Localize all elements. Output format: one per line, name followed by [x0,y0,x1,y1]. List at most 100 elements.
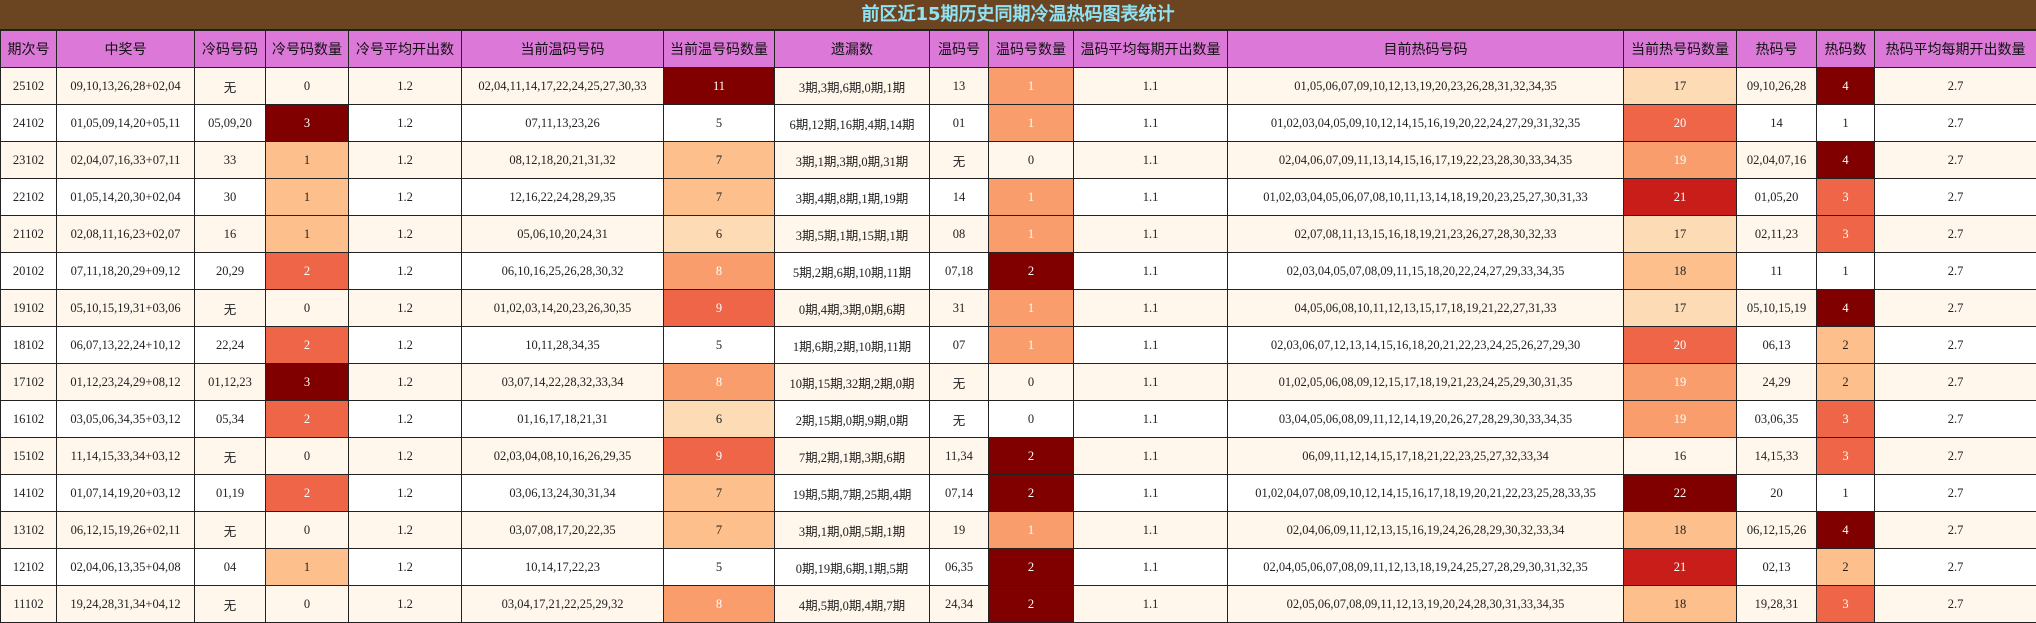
cold-avg-cell: 1.2 [349,549,462,586]
issue-cell: 24102 [1,105,57,142]
hot-code-cell: 06,13 [1737,327,1817,364]
cold-numbers-cell: 无 [195,438,266,475]
hot-count-cell: 20 [1624,105,1737,142]
warm-code-count-cell: 2 [989,438,1074,475]
missing-cell: 3期,1期,0期,5期,1期 [775,512,930,549]
warm-numbers-cell: 01,16,17,18,21,31 [462,401,664,438]
column-header: 热码号 [1737,31,1817,68]
cold-count-cell: 2 [266,253,349,290]
hot-count-cell: 19 [1624,142,1737,179]
cold-numbers-cell: 无 [195,586,266,623]
column-header: 遗漏数 [775,31,930,68]
missing-cell: 0期,4期,3期,0期,6期 [775,290,930,327]
hot-code-avg-cell: 2.7 [1875,586,2036,623]
hot-count-cell: 17 [1624,290,1737,327]
cold-count-cell: 1 [266,216,349,253]
warm-code-avg-cell: 1.1 [1074,216,1228,253]
warm-code-cell: 19 [930,512,989,549]
column-header: 当前热号码数量 [1624,31,1737,68]
hot-code-avg-cell: 2.7 [1875,512,2036,549]
hot-code-avg-cell: 2.7 [1875,142,2036,179]
hot-numbers-cell: 02,04,05,06,07,08,09,11,12,13,18,19,24,2… [1228,549,1624,586]
cold-avg-cell: 1.2 [349,438,462,475]
column-header: 目前热码号码 [1228,31,1624,68]
issue-cell: 22102 [1,179,57,216]
hot-code-cell: 24,29 [1737,364,1817,401]
hot-code-count-cell: 1 [1817,105,1875,142]
hot-code-count-cell: 3 [1817,401,1875,438]
warm-numbers-cell: 03,06,13,24,30,31,34 [462,475,664,512]
cold-numbers-cell: 01,12,23 [195,364,266,401]
warm-count-cell: 6 [664,401,775,438]
issue-cell: 12102 [1,549,57,586]
hot-numbers-cell: 01,02,04,07,08,09,10,12,14,15,16,17,18,1… [1228,475,1624,512]
warm-count-cell: 5 [664,327,775,364]
warm-code-count-cell: 1 [989,327,1074,364]
winning-numbers-cell: 01,12,23,24,29+08,12 [57,364,195,401]
hot-code-avg-cell: 2.7 [1875,327,2036,364]
hot-code-avg-cell: 2.7 [1875,438,2036,475]
hot-count-cell: 19 [1624,401,1737,438]
warm-code-cell: 07,18 [930,253,989,290]
cold-avg-cell: 1.2 [349,512,462,549]
warm-count-cell: 6 [664,216,775,253]
cold-avg-cell: 1.2 [349,179,462,216]
warm-code-count-cell: 2 [989,586,1074,623]
warm-numbers-cell: 08,12,18,20,21,31,32 [462,142,664,179]
warm-numbers-cell: 01,02,03,14,20,23,26,30,35 [462,290,664,327]
warm-numbers-cell: 02,03,04,08,10,16,26,29,35 [462,438,664,475]
hot-count-cell: 18 [1624,253,1737,290]
winning-numbers-cell: 07,11,18,20,29+09,12 [57,253,195,290]
warm-count-cell: 7 [664,475,775,512]
warm-code-count-cell: 1 [989,512,1074,549]
hot-code-avg-cell: 2.7 [1875,549,2036,586]
hot-count-cell: 20 [1624,327,1737,364]
warm-numbers-cell: 06,10,16,25,26,28,30,32 [462,253,664,290]
hot-code-count-cell: 2 [1817,327,1875,364]
warm-code-avg-cell: 1.1 [1074,549,1228,586]
cold-count-cell: 3 [266,105,349,142]
hot-code-cell: 09,10,26,28 [1737,68,1817,105]
hot-code-count-cell: 2 [1817,549,1875,586]
warm-numbers-cell: 05,06,10,20,24,31 [462,216,664,253]
winning-numbers-cell: 03,05,06,34,35+03,12 [57,401,195,438]
cold-avg-cell: 1.2 [349,475,462,512]
hot-count-cell: 18 [1624,586,1737,623]
warm-count-cell: 8 [664,364,775,401]
hot-count-cell: 21 [1624,179,1737,216]
cold-numbers-cell: 04 [195,549,266,586]
warm-code-count-cell: 0 [989,364,1074,401]
cold-numbers-cell: 33 [195,142,266,179]
table-row: 2510209,10,13,26,28+02,04无01.202,04,11,1… [1,68,2036,105]
hot-count-cell: 22 [1624,475,1737,512]
hot-numbers-cell: 01,05,06,07,09,10,12,13,19,20,23,26,28,3… [1228,68,1624,105]
cold-count-cell: 2 [266,327,349,364]
winning-numbers-cell: 06,07,13,22,24+10,12 [57,327,195,364]
warm-numbers-cell: 12,16,22,24,28,29,35 [462,179,664,216]
winning-numbers-cell: 11,14,15,33,34+03,12 [57,438,195,475]
table-row: 1810206,07,13,22,24+10,1222,2421.210,11,… [1,327,2036,364]
column-header: 热码数 [1817,31,1875,68]
column-header: 中奖号 [57,31,195,68]
table-row: 1410201,07,14,19,20+03,1201,1921.203,06,… [1,475,2036,512]
warm-code-count-cell: 2 [989,549,1074,586]
hot-count-cell: 17 [1624,216,1737,253]
issue-cell: 20102 [1,253,57,290]
hot-numbers-cell: 02,05,06,07,08,09,11,12,13,19,20,24,28,3… [1228,586,1624,623]
hot-numbers-cell: 01,02,03,04,05,09,10,12,14,15,16,19,20,2… [1228,105,1624,142]
hot-count-cell: 19 [1624,364,1737,401]
hot-numbers-cell: 06,09,11,12,14,15,17,18,21,22,23,25,27,3… [1228,438,1624,475]
page-title: 前区近15期历史同期冷温热码图表统计 [0,0,2036,30]
warm-code-cell: 无 [930,401,989,438]
hot-code-count-cell: 4 [1817,142,1875,179]
hot-code-count-cell: 4 [1817,290,1875,327]
issue-cell: 18102 [1,327,57,364]
winning-numbers-cell: 01,05,09,14,20+05,11 [57,105,195,142]
issue-cell: 19102 [1,290,57,327]
missing-cell: 4期,5期,0期,4期,7期 [775,586,930,623]
hot-code-avg-cell: 2.7 [1875,475,2036,512]
cold-count-cell: 0 [266,586,349,623]
cold-avg-cell: 1.2 [349,105,462,142]
winning-numbers-cell: 05,10,15,19,31+03,06 [57,290,195,327]
cold-count-cell: 0 [266,512,349,549]
